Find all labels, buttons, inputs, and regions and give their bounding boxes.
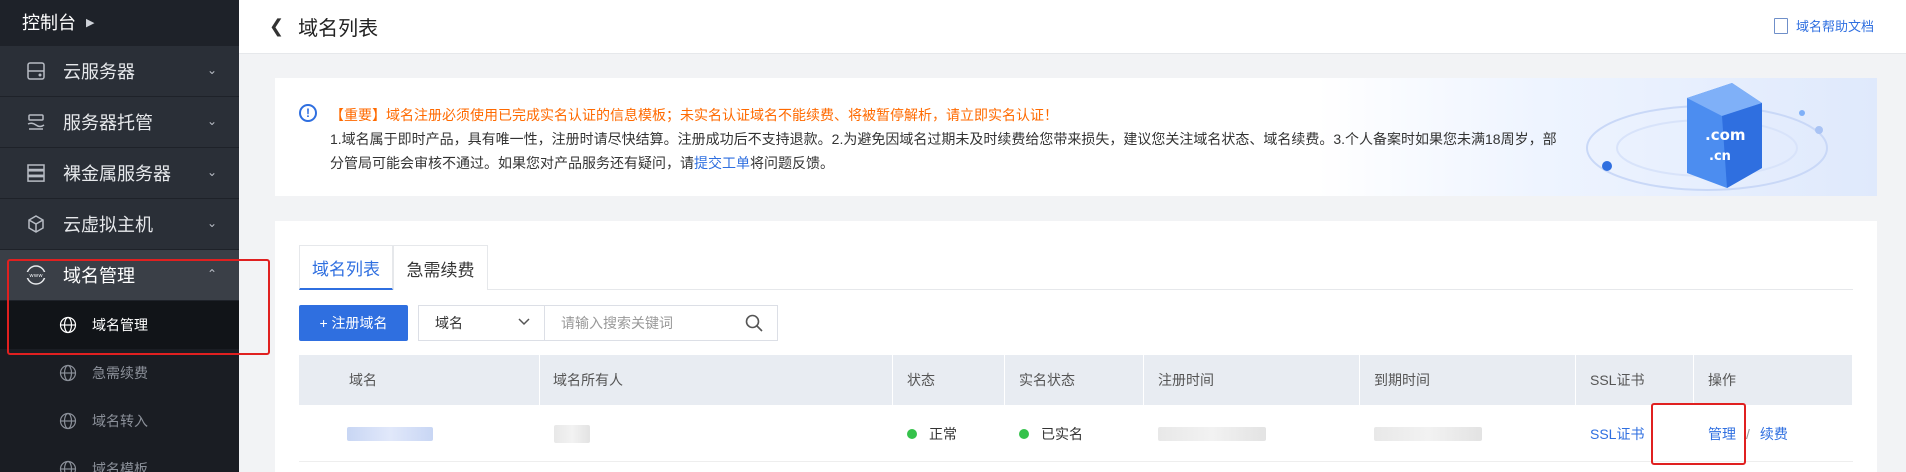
column-header: SSL证书 [1576,355,1694,405]
domain-table: 域名 域名所有人 状态 实名状态 注册时间 到期时间 SSL证书 操作 正常 已… [299,355,1853,462]
redacted-domain[interactable] [347,426,433,441]
chevron-down-icon [518,315,530,330]
tab-domain-list[interactable]: 域名列表 [299,245,393,290]
column-header: 状态 [893,355,1005,405]
column-header: 域名所有人 [540,355,893,405]
sidebar: 控制台 ▶ 云服务器 ⌄ 服务器托管 ⌄ 裸金属服务器 ⌄ 云虚拟主机 ⌄ ww… [0,0,239,472]
domain-list-card: 域名列表 急需续费 + 注册域名 域名 域名 域名所有人 状态 实名状态 注册时… [275,221,1877,472]
notice-text-line: 1.域名属于即时产品，具有唯一性，注册时请尽快结算。注册成功后不支持退款。2.为… [330,131,1557,147]
status-text: 正常 [929,425,957,442]
notice-text-after-link: 将问题反馈。 [750,155,834,171]
sidebar-subitem-label: 域名转入 [92,413,148,429]
register-time-cell [1144,405,1360,462]
globe-icon [58,363,78,383]
renew-link[interactable]: 续费 [1760,424,1788,444]
tab-urgent-renewal[interactable]: 急需续费 [393,245,488,290]
chevron-down-icon: ⌄ [206,216,217,230]
realname-status-text: 已实名 [1041,425,1083,442]
redacted-owner [554,424,590,443]
table-header: 域名 域名所有人 状态 实名状态 注册时间 到期时间 SSL证书 操作 [299,355,1853,405]
column-header: 实名状态 [1005,355,1144,405]
sidebar-subitem-domain-template[interactable]: 域名模板 [0,445,239,472]
chevron-down-icon: ⌄ [206,114,217,128]
column-header: 到期时间 [1360,355,1576,405]
bare-metal-icon [25,162,47,184]
search-filter: 域名 [418,305,778,341]
tab-bar: 域名列表 急需续费 [299,245,1853,290]
realname-status-cell: 已实名 [1005,405,1144,462]
notice-banner: .com .cn ! 【重要】域名注册必须使用已完成实名认证的信息模板；未实名认… [275,78,1877,196]
status-dot [1019,428,1029,439]
highlight-box [1651,403,1746,465]
search-icon[interactable] [745,314,763,337]
sidebar-item-label: 服务器托管 [63,113,153,133]
redacted-register-time [1158,426,1266,441]
sidebar-item-label: 云服务器 [63,62,135,82]
sidebar-subitem-label: 急需续费 [92,365,148,381]
globe-icon [58,411,78,431]
domain-name-cell [299,405,540,462]
help-doc-link[interactable]: 域名帮助文档 [1773,16,1874,35]
sidebar-item-virtual-host[interactable]: 云虚拟主机 ⌄ [0,199,239,249]
expire-time-cell [1360,405,1576,462]
action-separator: / [1746,425,1750,442]
search-input[interactable] [561,307,751,339]
redacted-expire-time [1374,426,1482,441]
illustration-cn-text: .cn [1709,149,1731,164]
table-row: 正常 已实名 SSL证书 管理 / 续费 [299,405,1853,462]
help-doc-label: 域名帮助文档 [1795,19,1874,34]
status-dot [907,428,917,439]
notice-text-line: 分管局可能会审核不通过。如果您对产品服务还有疑问，请提交工单将问题反馈。 [330,153,834,173]
console-link[interactable]: 控制台 ▶ [0,0,239,44]
hosting-icon [25,111,47,133]
column-header: 注册时间 [1144,355,1360,405]
back-icon[interactable]: ❮ [269,16,284,37]
cube-icon [25,213,47,235]
domain-owner-cell [540,405,893,462]
sidebar-item-server-hosting[interactable]: 服务器托管 ⌄ [0,97,239,147]
chevron-down-icon: ⌄ [206,63,217,77]
chevron-down-icon: ⌄ [206,165,217,179]
sidebar-subitem-label: 域名模板 [92,461,148,472]
column-header: 域名 [299,355,540,405]
notice-important-text: 【重要】域名注册必须使用已完成实名认证的信息模板；未实名认证域名不能续费、将被暂… [330,107,1058,123]
caret-right-icon: ▶ [86,16,95,29]
globe-icon [58,459,78,472]
sidebar-item-label: 云虚拟主机 [63,215,153,235]
page-header: ❮ 域名列表 域名帮助文档 [239,0,1906,54]
server-icon [25,60,47,82]
highlight-box [7,259,270,355]
sidebar-item-cloud-server[interactable]: 云服务器 ⌄ [0,46,239,96]
illustration-com-text: .com [1705,126,1746,144]
search-field-select[interactable]: 域名 [419,306,545,340]
info-icon: ! [299,104,317,122]
sidebar-subitem-urgent-renewal[interactable]: 急需续费 [0,349,239,397]
column-header: 操作 [1694,355,1853,405]
search-field-value: 域名 [435,315,463,331]
sidebar-item-label: 裸金属服务器 [63,164,171,184]
register-domain-button[interactable]: + 注册域名 [299,305,408,341]
notice-text-before-link: 分管局可能会审核不通过。如果您对产品服务还有疑问，请 [330,155,694,171]
console-label: 控制台 [22,13,76,33]
submit-ticket-link[interactable]: 提交工单 [694,155,750,171]
document-icon [1773,17,1788,34]
ssl-certificate-link[interactable]: SSL证书 [1590,424,1644,444]
domain-illustration: .com .cn [1586,83,1828,191]
page-title: 域名列表 [298,18,379,40]
sidebar-subitem-domain-transfer[interactable]: 域名转入 [0,397,239,445]
sidebar-item-bare-metal[interactable]: 裸金属服务器 ⌄ [0,148,239,198]
status-cell: 正常 [893,405,1005,462]
